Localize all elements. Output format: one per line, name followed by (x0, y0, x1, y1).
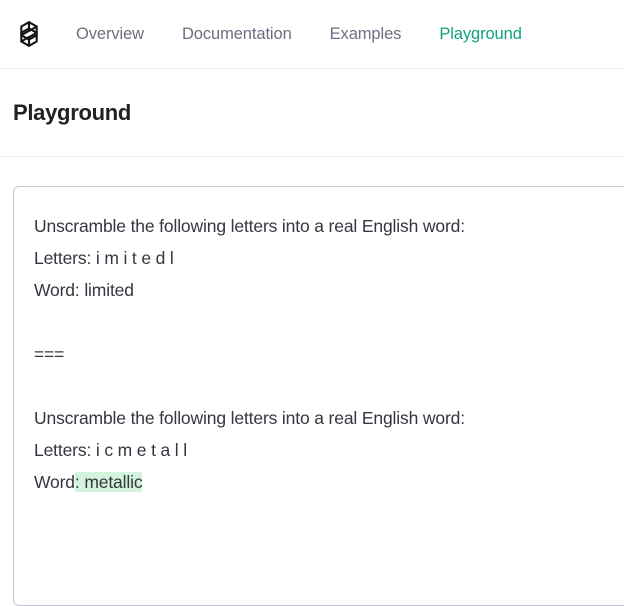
nav-link-examples[interactable]: Examples (330, 20, 402, 49)
main-nav: Overview Documentation Examples Playgrou… (76, 20, 522, 49)
top-navigation-bar: Overview Documentation Examples Playgrou… (0, 0, 624, 69)
nav-link-playground[interactable]: Playground (439, 20, 522, 49)
nav-link-overview[interactable]: Overview (76, 20, 144, 49)
page-title: Playground (13, 99, 132, 125)
playground-content-area: Unscramble the following letters into a … (0, 157, 624, 606)
openai-logo-icon[interactable] (13, 18, 45, 50)
prompt-editor-text[interactable]: Unscramble the following letters into a … (34, 210, 614, 498)
prompt-editor-panel[interactable]: Unscramble the following letters into a … (13, 186, 624, 606)
page-title-band: Playground (0, 69, 624, 157)
completion-highlight: : metallic (74, 472, 143, 492)
nav-link-documentation[interactable]: Documentation (182, 20, 292, 49)
prompt-prefix-text: Unscramble the following letters into a … (34, 216, 465, 492)
